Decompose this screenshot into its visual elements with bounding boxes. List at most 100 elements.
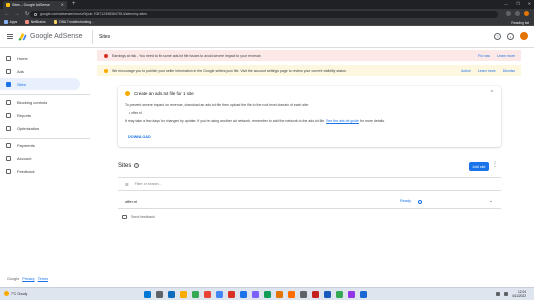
fix-now-link[interactable]: Fix now — [478, 54, 490, 58]
more-options-icon[interactable]: ⋮ — [492, 161, 498, 168]
adstxt-card: Create an ads.txt file for 1 site ^ To p… — [118, 86, 501, 147]
taskbar-app-icon[interactable] — [192, 291, 199, 298]
optimization-icon — [6, 125, 11, 131]
banner-actions: Fix now Learn more — [478, 54, 515, 58]
taskbar-app-icon[interactable] — [168, 291, 175, 298]
chevron-down-icon[interactable]: ⌄ — [489, 198, 493, 204]
adstxt-guide-link[interactable]: See the ads.txt guide — [326, 119, 359, 123]
taskbar-app-icon[interactable] — [240, 291, 247, 298]
window-controls: — ❐ ✕ — [504, 1, 531, 6]
warning-icon — [104, 68, 108, 73]
apps-grid-icon — [4, 20, 8, 24]
forward-icon[interactable]: → — [14, 11, 20, 17]
clock-date: 4/11/2022 — [512, 294, 526, 299]
feedback-icon — [6, 168, 11, 174]
profile-avatar-icon[interactable] — [524, 11, 529, 16]
app-header: Google AdSense Sites ? • — [0, 26, 534, 48]
new-tab-button[interactable]: + — [72, 1, 76, 8]
taskbar-app-icon[interactable] — [180, 291, 187, 298]
close-tab-icon[interactable]: ✕ — [61, 2, 64, 7]
extensions-icon[interactable] — [515, 11, 520, 16]
help-icon[interactable]: ? — [494, 32, 501, 40]
home-icon — [6, 55, 11, 61]
clock[interactable]: 12:04 4/11/2022 — [512, 290, 526, 298]
taskbar-app-icon[interactable] — [324, 291, 331, 298]
url-bar[interactable]: google.com/adsense/new/u/0/pub-708712398… — [30, 10, 498, 18]
sidebar-item-blocking-controls[interactable]: Blocking controls — [0, 96, 80, 108]
browser-tab[interactable]: Sites – Google AdSense ✕ — [3, 1, 67, 9]
earnings-at-risk-banner: Earnings at risk - You need to fix some … — [97, 50, 521, 61]
taskbar-app-icon[interactable] — [276, 291, 283, 298]
account-avatar[interactable] — [520, 32, 528, 40]
sidebar-footer: Google Privacy Terms — [7, 277, 48, 281]
collapse-icon[interactable]: ^ — [491, 90, 493, 96]
learn-more-link[interactable]: Learn more — [497, 54, 515, 58]
taskbar-app-icon[interactable] — [156, 291, 163, 298]
bookmark-apps[interactable]: Apps — [4, 20, 17, 24]
banner-actions: Action Learn more Dismiss — [461, 69, 515, 73]
taskbar-app-icon[interactable] — [252, 291, 259, 298]
taskbar-app-icon[interactable] — [216, 291, 223, 298]
sidebar-item-home[interactable]: Home — [0, 52, 80, 64]
taskbar: 7°C Cloudy 12:04 4/11/2022 — [0, 287, 534, 300]
bookmark-favicon-icon — [53, 20, 58, 24]
bookmark-star-icon[interactable] — [506, 11, 511, 16]
taskbar-app-icon[interactable] — [288, 291, 295, 298]
sidebar-item-payments[interactable]: Payments — [0, 139, 80, 151]
banner-text: We encourage you to publish your seller … — [112, 68, 347, 73]
sidebar-item-sites[interactable]: Sites — [0, 78, 80, 90]
bookmarks-bar: Apps NetBrains DBA Troubleshooting... Re… — [0, 19, 534, 26]
sidebar-item-feedback[interactable]: Feedback — [0, 165, 80, 177]
block-icon — [6, 99, 11, 105]
reports-icon — [6, 112, 11, 118]
browser-tab-bar: Sites – Google AdSense ✕ + — ❐ ✕ — [0, 0, 534, 9]
terms-link[interactable]: Terms — [38, 277, 48, 281]
privacy-link[interactable]: Privacy — [22, 277, 34, 281]
dismiss-link[interactable]: Dismiss — [503, 69, 515, 73]
taskbar-app-icon[interactable] — [228, 291, 235, 298]
back-icon[interactable]: ← — [4, 11, 10, 17]
add-site-button[interactable]: Add site — [469, 162, 489, 171]
taskbar-app-icon[interactable] — [144, 291, 151, 298]
bookmark-netbrains[interactable]: NetBrains — [25, 20, 46, 24]
download-button[interactable]: DOWNLOAD — [128, 135, 151, 139]
learn-more-link[interactable]: Learn more — [478, 69, 496, 73]
network-icon[interactable] — [496, 292, 501, 297]
payments-icon — [6, 142, 11, 148]
taskbar-app-icon[interactable] — [300, 291, 307, 298]
close-window-button[interactable]: ✕ — [528, 1, 531, 6]
weather-widget[interactable]: 7°C Cloudy — [4, 291, 27, 296]
volume-icon[interactable] — [504, 292, 509, 297]
sidebar-item-reports[interactable]: Reports — [0, 109, 80, 121]
card-title: Create an ads.txt file for 1 site — [134, 91, 194, 96]
site-name: offer.nl — [125, 199, 137, 204]
minimize-button[interactable]: — — [504, 1, 508, 6]
filter-bar[interactable]: ☰ Filter or search... — [118, 177, 501, 191]
table-row[interactable]: offer.nl Ready ⌄ — [118, 195, 501, 209]
card-description: To prevent severe impact on revenue, dow… — [125, 103, 309, 107]
reading-list[interactable]: Reading list — [511, 21, 529, 25]
sidebar-item-ads[interactable]: Ads — [0, 65, 80, 77]
address-toolbar: ← → ↻ google.com/adsense/new/u/0/pub-708… — [0, 9, 534, 19]
brand-name: Google AdSense — [30, 33, 83, 40]
notifications-icon[interactable]: • — [507, 32, 514, 40]
tab-title: Sites – Google AdSense — [12, 3, 50, 7]
taskbar-app-icon[interactable] — [348, 291, 355, 298]
banner-text: Earnings at risk - You need to fix some … — [112, 53, 262, 58]
sidebar-divider — [0, 94, 90, 95]
taskbar-app-icon[interactable] — [204, 291, 211, 298]
taskbar-app-icon[interactable] — [336, 291, 343, 298]
menu-icon[interactable] — [7, 34, 13, 40]
help-icon[interactable]: ? — [134, 163, 139, 168]
taskbar-app-icon[interactable] — [312, 291, 319, 298]
taskbar-app-icon[interactable] — [264, 291, 271, 298]
sidebar-item-account[interactable]: Account — [0, 152, 80, 164]
action-link[interactable]: Action — [461, 69, 471, 73]
filter-icon: ☰ — [125, 181, 129, 187]
send-feedback-link[interactable]: Send feedback — [122, 215, 155, 219]
bookmark-dba[interactable]: DBA Troubleshooting... — [53, 20, 94, 24]
bookmark-favicon-icon — [25, 20, 29, 24]
maximize-button[interactable]: ❐ — [516, 1, 520, 6]
taskbar-app-icon[interactable] — [360, 291, 367, 298]
sidebar-item-optimization[interactable]: Optimization — [0, 122, 80, 134]
